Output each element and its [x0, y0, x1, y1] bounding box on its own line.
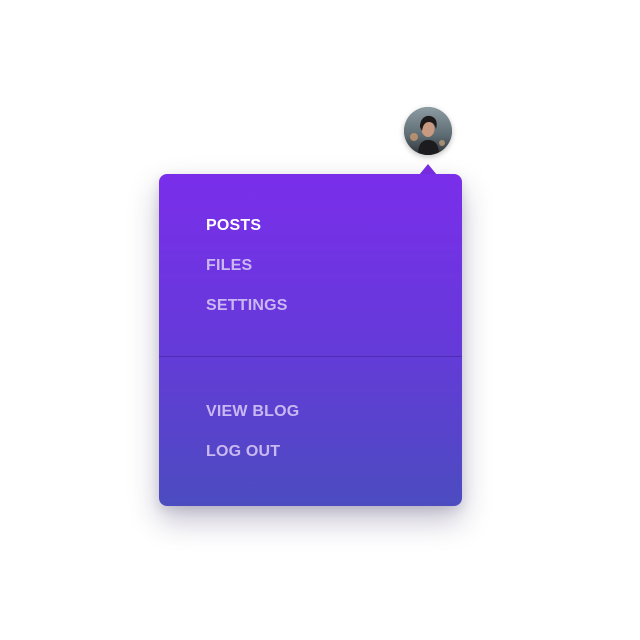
primary-menu-section: POSTS FILES SETTINGS — [159, 214, 462, 334]
menu-item-log-out[interactable]: LOG OUT — [206, 440, 462, 480]
menu-item-settings[interactable]: SETTINGS — [206, 294, 462, 334]
menu-item-posts[interactable]: POSTS — [206, 214, 462, 254]
page: POSTS FILES SETTINGS VIEW BLOG LOG OUT — [0, 0, 640, 640]
menu-item-view-blog[interactable]: VIEW BLOG — [206, 400, 462, 440]
profile-dropdown-menu: POSTS FILES SETTINGS VIEW BLOG LOG OUT — [159, 174, 462, 506]
user-avatar-icon — [404, 107, 452, 155]
secondary-menu-section: VIEW BLOG LOG OUT — [159, 400, 462, 480]
avatar[interactable] — [404, 107, 452, 155]
menu-divider — [159, 356, 462, 357]
menu-item-files[interactable]: FILES — [206, 254, 462, 294]
